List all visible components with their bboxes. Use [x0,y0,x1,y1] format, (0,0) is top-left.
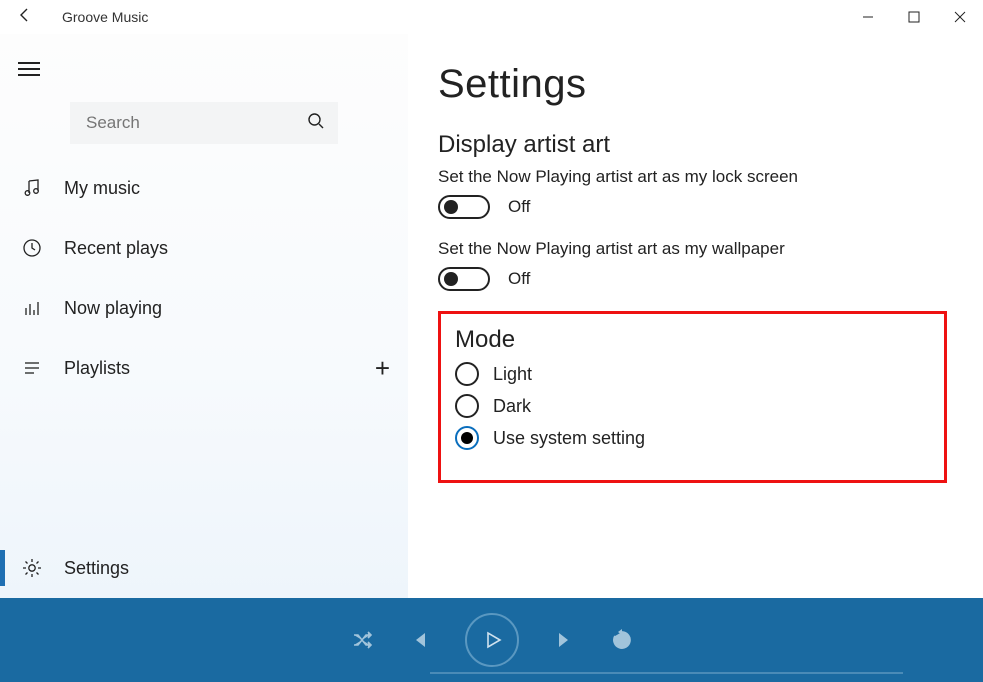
add-playlist-icon[interactable]: + [375,353,390,384]
sidebar-item-recent-plays[interactable]: Recent plays [0,218,408,278]
sidebar-item-label: Recent plays [64,238,168,259]
title-bar: Groove Music [0,0,983,34]
wallpaper-toggle-state: Off [508,269,530,289]
sidebar-item-label: My music [64,178,140,199]
playlist-icon [18,358,46,378]
wallpaper-description: Set the Now Playing artist art as my wal… [438,239,947,259]
search-input[interactable] [86,113,307,133]
sidebar: My music Recent plays Now playing Playli… [0,34,408,598]
sidebar-item-playlists[interactable]: Playlists + [0,338,408,398]
shuffle-button[interactable] [351,629,373,651]
minimize-button[interactable] [845,0,891,34]
music-note-icon [18,178,46,198]
sidebar-item-label: Playlists [64,358,130,379]
equalizer-icon [18,298,46,318]
radio-label: Dark [493,396,531,417]
close-button[interactable] [937,0,983,34]
mode-option-light[interactable]: Light [455,362,926,386]
window-controls [845,0,983,34]
main-content: Settings Display artist art Set the Now … [408,34,983,598]
page-title: Settings [438,62,947,107]
lockscreen-toggle-state: Off [508,197,530,217]
play-button[interactable] [465,613,519,667]
gear-icon [18,558,46,578]
mode-option-system[interactable]: Use system setting [455,426,926,450]
radio-label: Use system setting [493,428,645,449]
mode-section-highlight: Mode Light Dark Use system setting [438,311,947,483]
mode-heading: Mode [455,326,926,354]
radio-label: Light [493,364,532,385]
lockscreen-toggle[interactable] [438,195,490,219]
search-icon[interactable] [307,112,325,135]
next-button[interactable] [555,630,575,650]
mode-option-dark[interactable]: Dark [455,394,926,418]
lockscreen-description: Set the Now Playing artist art as my loc… [438,167,947,187]
repeat-button[interactable] [611,629,633,651]
radio-icon [455,394,479,418]
sidebar-item-label: Now playing [64,298,162,319]
maximize-button[interactable] [891,0,937,34]
radio-icon-selected [455,426,479,450]
sidebar-item-my-music[interactable]: My music [0,158,408,218]
wallpaper-toggle[interactable] [438,267,490,291]
app-title: Groove Music [62,9,148,25]
previous-button[interactable] [409,630,429,650]
hamburger-menu-button[interactable] [0,44,408,98]
nav-list: My music Recent plays Now playing Playli… [0,158,408,398]
back-button[interactable] [12,7,38,28]
clock-icon [18,238,46,258]
progress-track[interactable] [430,672,903,674]
player-bar [0,598,983,682]
radio-icon [455,362,479,386]
search-box[interactable] [70,102,338,144]
sidebar-item-now-playing[interactable]: Now playing [0,278,408,338]
sidebar-item-settings[interactable]: Settings [0,538,408,598]
artist-art-heading: Display artist art [438,131,947,159]
sidebar-item-label: Settings [64,558,129,579]
